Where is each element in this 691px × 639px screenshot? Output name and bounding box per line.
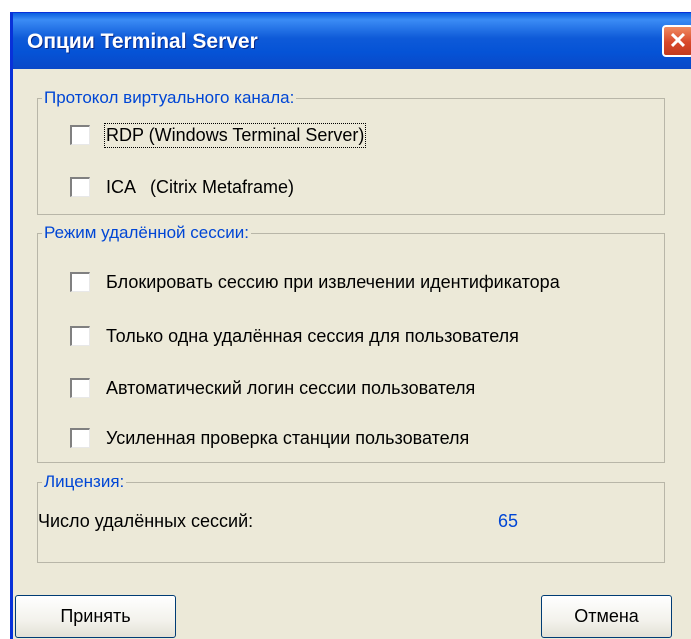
protocol-group-legend: Протокол виртуального канала: (42, 87, 297, 109)
lock-session-label[interactable]: Блокировать сессию при извлечении иденти… (106, 272, 560, 293)
strict-check-checkbox[interactable] (70, 428, 90, 448)
checkbox-lock-session[interactable]: Блокировать сессию при извлечении иденти… (70, 270, 560, 294)
license-group-legend: Лицензия: (42, 471, 127, 493)
accept-button[interactable]: Принять (15, 595, 176, 638)
strict-check-label[interactable]: Усиленная проверка станции пользователя (106, 428, 469, 449)
session-group-legend: Режим удалённой сессии: (42, 222, 251, 244)
license-group: Лицензия: Число удалённых сессий: 65 (37, 471, 665, 563)
ica-label[interactable]: ICA (Citrix Metaframe) (106, 177, 294, 198)
cancel-button-label: Отмена (574, 606, 639, 626)
sessions-count-value: 65 (498, 511, 519, 531)
rdp-label[interactable]: RDP (Windows Terminal Server) (103, 122, 367, 148)
rdp-checkbox[interactable] (70, 125, 90, 145)
close-button[interactable]: ✕ (662, 25, 691, 57)
checkbox-rdp[interactable]: RDP (Windows Terminal Server) (70, 122, 367, 148)
close-icon: ✕ (668, 28, 688, 53)
accept-button-label: Принять (60, 606, 131, 626)
ica-checkbox[interactable] (70, 177, 90, 197)
checkbox-ica[interactable]: ICA (Citrix Metaframe) (70, 175, 294, 199)
options-dialog: Опции Terminal Server ✕ Протокол виртуал… (10, 12, 691, 639)
session-mode-group: Режим удалённой сессии: Блокировать сесс… (37, 222, 665, 463)
cancel-button[interactable]: Отмена (541, 595, 672, 638)
auto-login-label[interactable]: Автоматический логин сессии пользователя (106, 378, 475, 399)
checkbox-single-session[interactable]: Только одна удалённая сессия для пользов… (70, 324, 519, 348)
sessions-count-label: Число удалённых сессий: (38, 511, 254, 531)
title-bar[interactable]: Опции Terminal Server ✕ (13, 13, 691, 69)
auto-login-checkbox[interactable] (70, 378, 90, 398)
lock-session-checkbox[interactable] (70, 272, 90, 292)
single-session-checkbox[interactable] (70, 326, 90, 346)
checkbox-strict-check[interactable]: Усиленная проверка станции пользователя (70, 426, 469, 450)
single-session-label[interactable]: Только одна удалённая сессия для пользов… (106, 326, 519, 347)
checkbox-auto-login[interactable]: Автоматический логин сессии пользователя (70, 376, 475, 400)
protocol-group: Протокол виртуального канала: RDP (Windo… (37, 87, 665, 215)
dialog-title: Опции Terminal Server (27, 30, 258, 53)
